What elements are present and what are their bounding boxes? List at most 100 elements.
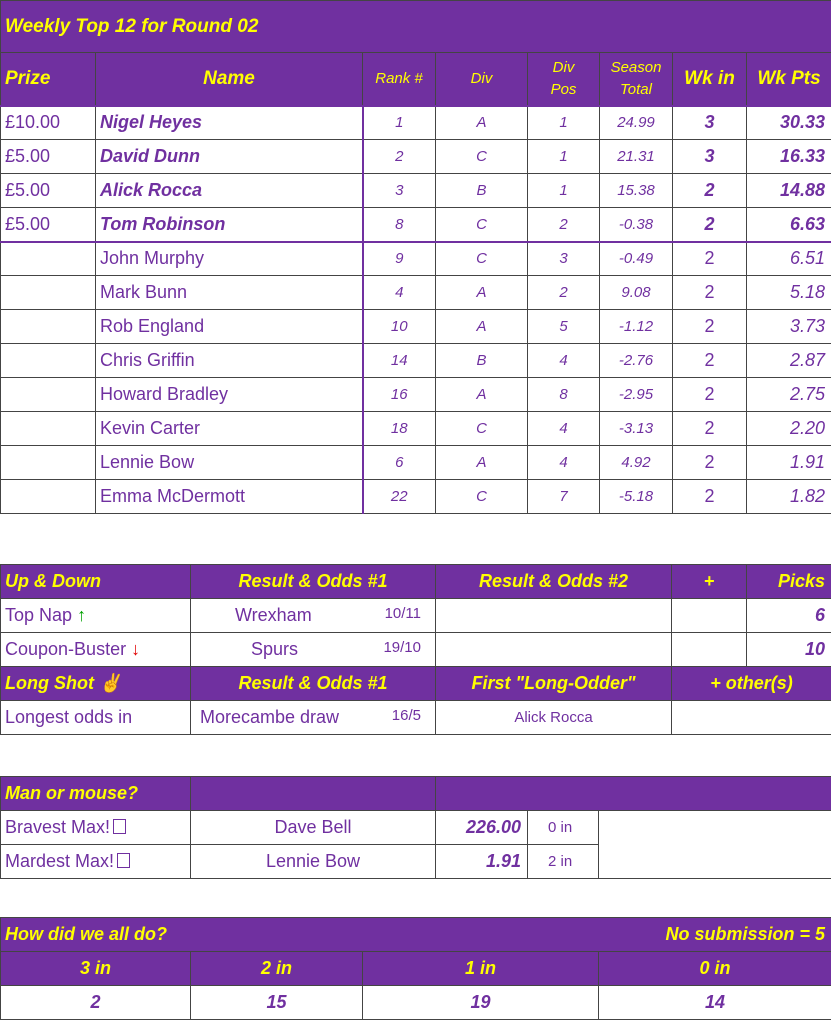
season-cell: -1.12 bbox=[599, 309, 673, 344]
divpos-cell: 2 bbox=[527, 207, 600, 243]
season-cell: 24.99 bbox=[599, 105, 673, 140]
divpos-cell: 1 bbox=[527, 105, 600, 140]
rank-cell: 6 bbox=[362, 445, 436, 480]
header-wkin: Wk in bbox=[672, 52, 747, 107]
header-name: Name bbox=[95, 52, 363, 107]
howdid-title: How did we all do? bbox=[0, 917, 363, 952]
prize-cell bbox=[0, 411, 96, 446]
mouse-header-blank-2 bbox=[434, 776, 831, 811]
name-cell: Alick Rocca bbox=[95, 173, 364, 208]
div-cell: A bbox=[435, 377, 528, 412]
bravest-label-cell: Bravest Max! bbox=[0, 810, 191, 845]
mardest-name: Lennie Bow bbox=[190, 844, 436, 879]
checkbox-icon bbox=[117, 853, 131, 868]
mouse-header: Man or mouse? bbox=[0, 776, 191, 811]
longest-row: Longest odds in Morecambe draw 16/5 Alick… bbox=[0, 700, 831, 735]
name-cell: Howard Bradley bbox=[95, 377, 364, 412]
prize-cell bbox=[0, 377, 96, 412]
div-cell: C bbox=[435, 139, 528, 174]
rank-cell: 18 bbox=[362, 411, 436, 446]
rank-cell: 2 bbox=[362, 139, 436, 174]
season-cell: -5.18 bbox=[599, 479, 673, 514]
divpos-cell: 4 bbox=[527, 343, 600, 378]
header-season-line1: Season bbox=[610, 58, 662, 76]
wkin-cell: 2 bbox=[672, 411, 747, 446]
topnap-row: Top Nap ↑ Wrexham 10/11 6 bbox=[0, 598, 831, 633]
header-div: Div bbox=[435, 52, 528, 107]
wkpts-cell: 1.82 bbox=[745, 479, 831, 514]
header-season: Season Total bbox=[599, 52, 673, 107]
season-cell: 4.92 bbox=[599, 445, 673, 480]
longshot-label-cell: Long Shot ✌ bbox=[0, 666, 191, 701]
mardest-label: Mardest Max! bbox=[5, 851, 115, 871]
div-cell: C bbox=[435, 241, 528, 276]
longshot-result1-header: Result & Odds #1 bbox=[190, 666, 436, 701]
longshot-header-row: Long Shot ✌ Result & Odds #1 First "Long… bbox=[0, 666, 831, 701]
header-divpos-line2: Pos bbox=[550, 80, 577, 98]
longest-label: Longest odds in bbox=[0, 700, 191, 735]
header-divpos: Div Pos bbox=[527, 52, 600, 107]
longest-first: Alick Rocca bbox=[435, 700, 672, 735]
longest-others bbox=[671, 700, 831, 735]
rank-cell: 1 bbox=[362, 105, 436, 140]
table-row: Emma McDermott 22 C 7 -5.18 2 1.82 bbox=[0, 479, 831, 514]
wkin-cell: 2 bbox=[672, 343, 747, 378]
divpos-cell: 8 bbox=[527, 377, 600, 412]
header-wkpts: Wk Pts bbox=[745, 52, 831, 107]
wkin-cell: 2 bbox=[672, 275, 747, 310]
rank-cell: 8 bbox=[362, 207, 436, 243]
coupon-odds: 19/10 bbox=[383, 639, 421, 656]
howdid-title-row: How did we all do? No submission = 5 bbox=[0, 917, 831, 952]
div-cell: A bbox=[435, 105, 528, 140]
wkpts-cell: 6.63 bbox=[745, 207, 831, 243]
wkin-cell: 2 bbox=[672, 377, 747, 412]
div-cell: C bbox=[435, 479, 528, 514]
prize-cell bbox=[0, 479, 96, 514]
prize-cell bbox=[0, 309, 96, 344]
name-cell: David Dunn bbox=[95, 139, 364, 174]
howdid-header-row: 3 in 2 in 1 in 0 in bbox=[0, 951, 831, 986]
arrow-down-icon: ↓ bbox=[131, 639, 141, 659]
table-row: Chris Griffin 14 B 4 -2.76 2 2.87 bbox=[0, 343, 831, 378]
name-cell: Emma McDermott bbox=[95, 479, 364, 514]
divpos-cell: 4 bbox=[527, 411, 600, 446]
table-row: £5.00 Alick Rocca 3 B 1 15.38 2 14.88 bbox=[0, 173, 831, 208]
longest-odds: 16/5 bbox=[391, 707, 421, 724]
longshot-label: Long Shot bbox=[5, 673, 94, 693]
weekly-top-table: Weekly Top 12 for Round 02 Prize Name Ra… bbox=[0, 0, 831, 514]
rank-cell: 22 bbox=[362, 479, 436, 514]
wkpts-cell: 14.88 bbox=[745, 173, 831, 208]
rank-cell: 16 bbox=[362, 377, 436, 412]
updown-plus-header: + bbox=[671, 564, 747, 599]
prize-cell bbox=[0, 445, 96, 480]
updown-result2-header: Result & Odds #2 bbox=[435, 564, 672, 599]
header-rank: Rank # bbox=[362, 52, 436, 107]
coupon-result-cell: Spurs 19/10 bbox=[190, 632, 436, 667]
mardest-label-cell: Mardest Max! bbox=[0, 844, 191, 879]
wkin-cell: 2 bbox=[672, 309, 747, 344]
wkin-cell: 3 bbox=[672, 105, 747, 140]
table-row: Mark Bunn 4 A 2 9.08 2 5.18 bbox=[0, 275, 831, 310]
wkin-cell: 2 bbox=[672, 445, 747, 480]
mouse-blank bbox=[597, 810, 831, 879]
wkin-cell: 2 bbox=[672, 241, 747, 276]
topnap-plus bbox=[671, 598, 747, 633]
rank-cell: 9 bbox=[362, 241, 436, 276]
wkpts-cell: 2.20 bbox=[745, 411, 831, 446]
updown-picks-header: Picks bbox=[746, 564, 831, 599]
rank-cell: 3 bbox=[362, 173, 436, 208]
coupon-result2 bbox=[435, 632, 672, 667]
howdid-header-2in: 2 in bbox=[190, 951, 363, 986]
header-divpos-line1: Div bbox=[552, 58, 575, 76]
season-cell: 9.08 bbox=[599, 275, 673, 310]
coupon-label-cell: Coupon-Buster ↓ bbox=[0, 632, 191, 667]
season-cell: 15.38 bbox=[599, 173, 673, 208]
divpos-cell: 4 bbox=[527, 445, 600, 480]
season-cell: -3.13 bbox=[599, 411, 673, 446]
topnap-label-cell: Top Nap ↑ bbox=[0, 598, 191, 633]
wkin-cell: 2 bbox=[672, 207, 747, 243]
bravest-label: Bravest Max! bbox=[5, 817, 111, 837]
divpos-cell: 7 bbox=[527, 479, 600, 514]
name-cell: Tom Robinson bbox=[95, 207, 364, 243]
rank-cell: 4 bbox=[362, 275, 436, 310]
